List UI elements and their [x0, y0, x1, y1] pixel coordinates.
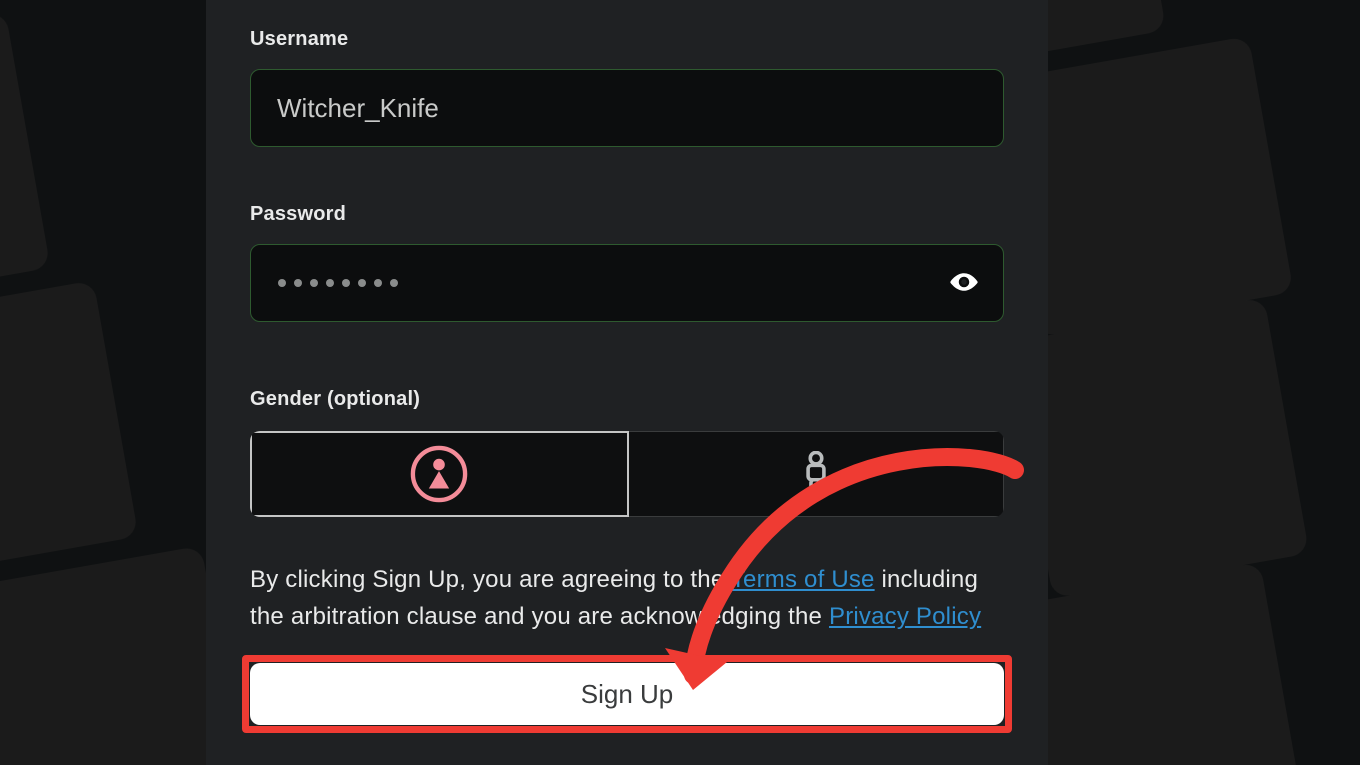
female-icon	[410, 445, 468, 503]
terms-text: By clicking Sign Up, you are agreeing to…	[250, 561, 1004, 635]
gender-label: Gender (optional)	[250, 388, 1004, 411]
password-label: Password	[250, 203, 1004, 226]
username-label: Username	[250, 28, 1004, 51]
signup-panel: Username Password Gender (optional)	[206, 0, 1048, 765]
username-input[interactable]	[250, 69, 1004, 147]
privacy-policy-link[interactable]: Privacy Policy	[829, 603, 981, 630]
male-icon	[798, 451, 834, 497]
signup-button[interactable]: Sign Up	[250, 663, 1004, 725]
gender-option-male[interactable]	[629, 431, 1005, 517]
gender-option-female[interactable]	[250, 431, 629, 517]
gender-selector	[250, 431, 1004, 517]
toggle-password-visibility-icon[interactable]	[946, 265, 982, 301]
terms-of-use-link[interactable]: Terms of Use	[731, 566, 875, 593]
password-input[interactable]	[250, 244, 1004, 322]
terms-prefix: By clicking Sign Up, you are agreeing to…	[250, 566, 731, 593]
